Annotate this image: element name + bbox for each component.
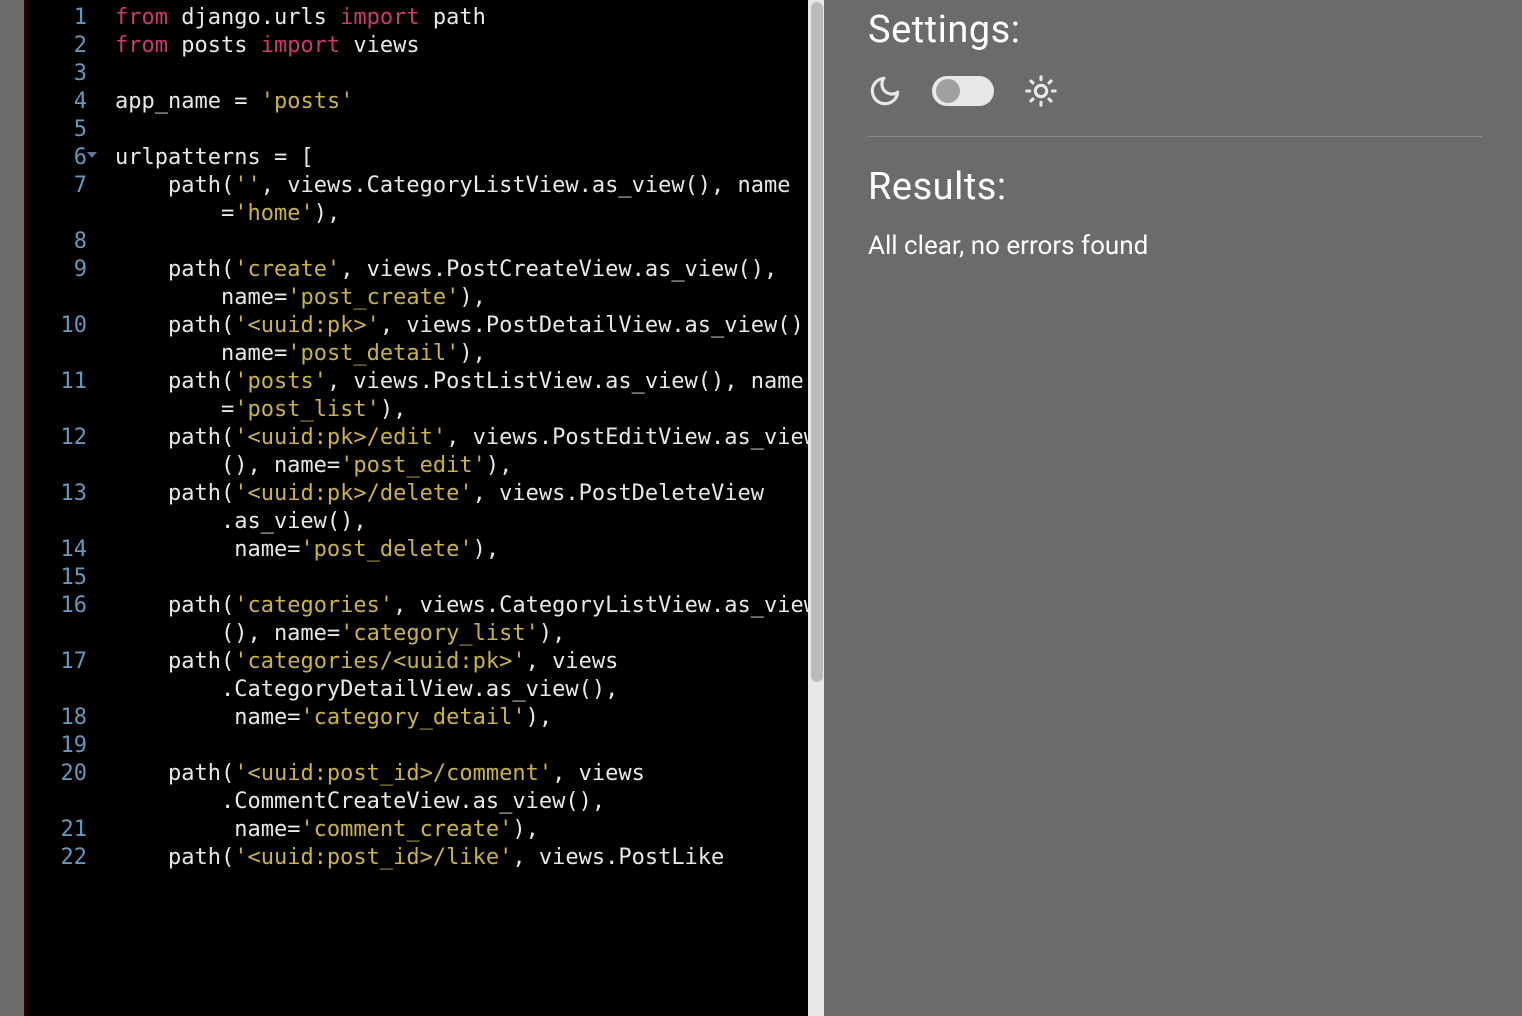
fold-marker-icon[interactable] — [87, 152, 97, 158]
code-line[interactable]: path('<uuid:post_id>/like', views.PostLi… — [115, 844, 824, 872]
code-line[interactable]: app_name = 'posts' — [115, 88, 824, 116]
code-line[interactable]: path('<uuid:pk>/delete', views.PostDelet… — [115, 480, 824, 508]
code-line[interactable] — [115, 60, 824, 88]
line-number: 4 — [27, 88, 87, 116]
code-line[interactable]: urlpatterns = [ — [115, 144, 824, 172]
code-line[interactable]: (), name='post_edit'), — [115, 452, 824, 480]
code-line[interactable]: name='post_create'), — [115, 284, 824, 312]
line-number: 2 — [27, 32, 87, 60]
code-line[interactable]: path('', views.CategoryListView.as_view(… — [115, 172, 824, 200]
settings-heading: Settings: — [868, 8, 1482, 52]
line-number: 9 — [27, 256, 87, 284]
code-line[interactable]: path('create', views.PostCreateView.as_v… — [115, 256, 824, 284]
editor-pane: 12345678910111213141516171819202122 from… — [0, 0, 824, 1016]
code-line[interactable]: ='post_list'), — [115, 396, 824, 424]
code-line[interactable]: path('<uuid:pk>', views.PostDetailView.a… — [115, 312, 824, 340]
line-number: 5 — [27, 116, 87, 144]
line-number — [27, 284, 87, 312]
sun-icon — [1024, 74, 1058, 108]
line-number: 11 — [27, 368, 87, 396]
line-number: 18 — [27, 704, 87, 732]
line-number: 16 — [27, 592, 87, 620]
line-number — [27, 676, 87, 704]
line-number-gutter: 12345678910111213141516171819202122 — [27, 0, 99, 1016]
code-line[interactable]: path('posts', views.PostListView.as_view… — [115, 368, 824, 396]
code-content[interactable]: from django.urls import pathfrom posts i… — [99, 0, 824, 1016]
code-line[interactable]: path('categories/<uuid:pk>', views — [115, 648, 824, 676]
line-number: 8 — [27, 228, 87, 256]
line-number — [27, 200, 87, 228]
line-number — [27, 340, 87, 368]
code-line[interactable]: name='post_detail'), — [115, 340, 824, 368]
results-heading: Results: — [868, 165, 1482, 209]
line-number — [27, 396, 87, 424]
code-line[interactable]: path('categories', views.CategoryListVie… — [115, 592, 824, 620]
line-number: 3 — [27, 60, 87, 88]
code-line[interactable] — [115, 116, 824, 144]
line-number: 17 — [27, 648, 87, 676]
code-line[interactable] — [115, 228, 824, 256]
line-number — [27, 508, 87, 536]
code-line[interactable]: name='comment_create'), — [115, 816, 824, 844]
code-line[interactable]: name='post_delete'), — [115, 536, 824, 564]
code-line[interactable]: name='category_detail'), — [115, 704, 824, 732]
code-line[interactable]: (), name='category_list'), — [115, 620, 824, 648]
code-line[interactable]: .as_view(), — [115, 508, 824, 536]
toggle-knob — [936, 79, 960, 103]
line-number: 19 — [27, 732, 87, 760]
code-editor[interactable]: 12345678910111213141516171819202122 from… — [24, 0, 824, 1016]
line-number — [27, 452, 87, 480]
line-number: 20 — [27, 760, 87, 788]
theme-settings-row — [868, 74, 1482, 137]
scrollbar-thumb[interactable] — [811, 2, 823, 682]
line-number: 1 — [27, 4, 87, 32]
code-line[interactable]: .CategoryDetailView.as_view(), — [115, 676, 824, 704]
line-number: 21 — [27, 816, 87, 844]
theme-toggle[interactable] — [932, 76, 994, 106]
code-line[interactable]: ='home'), — [115, 200, 824, 228]
line-number: 15 — [27, 564, 87, 592]
line-number: 7 — [27, 172, 87, 200]
code-line[interactable] — [115, 732, 824, 760]
code-line[interactable]: path('<uuid:pk>/edit', views.PostEditVie… — [115, 424, 824, 452]
moon-icon — [868, 74, 902, 108]
code-line[interactable]: from posts import views — [115, 32, 824, 60]
line-number: 22 — [27, 844, 87, 872]
line-number: 14 — [27, 536, 87, 564]
line-number — [27, 788, 87, 816]
line-number — [27, 620, 87, 648]
code-line[interactable] — [115, 564, 824, 592]
results-message: All clear, no errors found — [868, 231, 1482, 261]
line-number: 6 — [27, 144, 87, 172]
line-number: 12 — [27, 424, 87, 452]
sidebar-panel: Settings: Results: All clear, no errors … — [824, 0, 1522, 1016]
code-line[interactable]: path('<uuid:post_id>/comment', views — [115, 760, 824, 788]
scrollbar-track[interactable] — [808, 0, 824, 1016]
line-number: 13 — [27, 480, 87, 508]
code-line[interactable]: from django.urls import path — [115, 4, 824, 32]
code-line[interactable]: .CommentCreateView.as_view(), — [115, 788, 824, 816]
line-number: 10 — [27, 312, 87, 340]
